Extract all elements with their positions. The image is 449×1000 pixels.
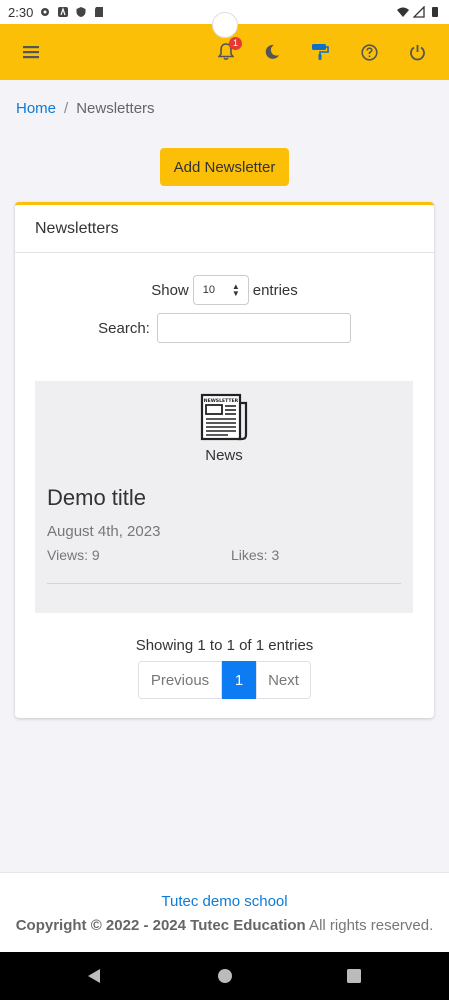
battery-icon	[432, 7, 438, 17]
entries-select[interactable]: 10 ▲ ▼	[192, 275, 249, 305]
home-icon[interactable]	[216, 967, 234, 985]
pagination: Previous 1 Next	[138, 661, 311, 699]
sd-card-icon	[95, 7, 104, 17]
newsletter-date: August 4th, 2023	[47, 523, 161, 540]
shield-icon	[76, 7, 86, 17]
settings-gear-icon	[41, 8, 50, 16]
breadcrumb-home-link[interactable]: Home	[16, 100, 56, 117]
card-title: Newsletters	[15, 205, 434, 253]
school-link[interactable]: Tutec demo school	[0, 893, 449, 910]
page-1-button[interactable]: 1	[222, 661, 256, 699]
notifications-button[interactable]: 1	[212, 37, 242, 66]
logout-button[interactable]	[403, 38, 431, 66]
search-control: Search:	[15, 313, 434, 343]
previous-page-button[interactable]: Previous	[138, 661, 222, 699]
notification-badge: 1	[229, 37, 242, 50]
select-arrows-icon: ▲ ▼	[231, 282, 240, 298]
entries-label: entries	[252, 281, 298, 299]
paint-roller-icon	[312, 44, 329, 60]
show-label: Show	[151, 281, 189, 299]
search-input[interactable]	[156, 313, 351, 343]
entries-length-control: Show 10 ▲ ▼ entries	[15, 275, 434, 305]
newsletter-divider	[47, 583, 401, 584]
help-icon	[360, 43, 378, 61]
newsletter-likes: Likes: 3	[231, 547, 280, 563]
copyright-rest: All rights reserved.	[305, 917, 434, 934]
newsletters-card: Newsletters Show 10 ▲ ▼ entries Search: N…	[15, 202, 434, 718]
copyright: Copyright © 2022 - 2024 Tutec Education …	[0, 917, 449, 934]
newsletter-views: Views: 9	[47, 547, 100, 563]
dark-mode-button[interactable]	[258, 38, 286, 66]
add-newsletter-button[interactable]: Add Newsletter	[160, 148, 289, 186]
power-icon	[409, 44, 425, 60]
recents-icon[interactable]	[345, 967, 363, 985]
footer: Tutec demo school Copyright © 2022 - 202…	[0, 872, 449, 952]
help-button[interactable]	[355, 38, 383, 66]
next-page-button[interactable]: Next	[256, 661, 311, 699]
theme-button[interactable]	[306, 38, 334, 66]
camera-cutout	[212, 12, 238, 38]
newspaper-icon-text: NEWSLETTER	[204, 398, 239, 404]
newspaper-icon: NEWSLETTER	[200, 393, 248, 441]
wifi-icon	[397, 7, 409, 17]
table-info: Showing 1 to 1 of 1 entries	[135, 637, 314, 654]
search-label: Search:	[98, 319, 150, 337]
breadcrumb: Home / Newsletters	[16, 100, 155, 117]
moon-icon	[265, 44, 279, 59]
newsletter-title[interactable]: Demo title	[47, 485, 146, 511]
newsletter-item[interactable]: NEWSLETTER News Demo title August 4th, 2…	[35, 381, 413, 613]
status-time: 2:30	[8, 4, 34, 20]
font-a-icon	[58, 7, 69, 17]
newsletter-category: News	[205, 447, 243, 464]
signal-icon	[413, 6, 425, 18]
android-nav-bar	[0, 952, 449, 1000]
copyright-bold: Copyright © 2022 - 2024 Tutec Education	[15, 917, 306, 934]
menu-button[interactable]	[17, 38, 45, 66]
entries-select-value: 10	[202, 284, 215, 296]
breadcrumb-current: Newsletters	[76, 100, 155, 117]
back-icon[interactable]	[85, 967, 103, 985]
breadcrumb-separator: /	[64, 100, 69, 117]
menu-icon	[23, 46, 39, 59]
